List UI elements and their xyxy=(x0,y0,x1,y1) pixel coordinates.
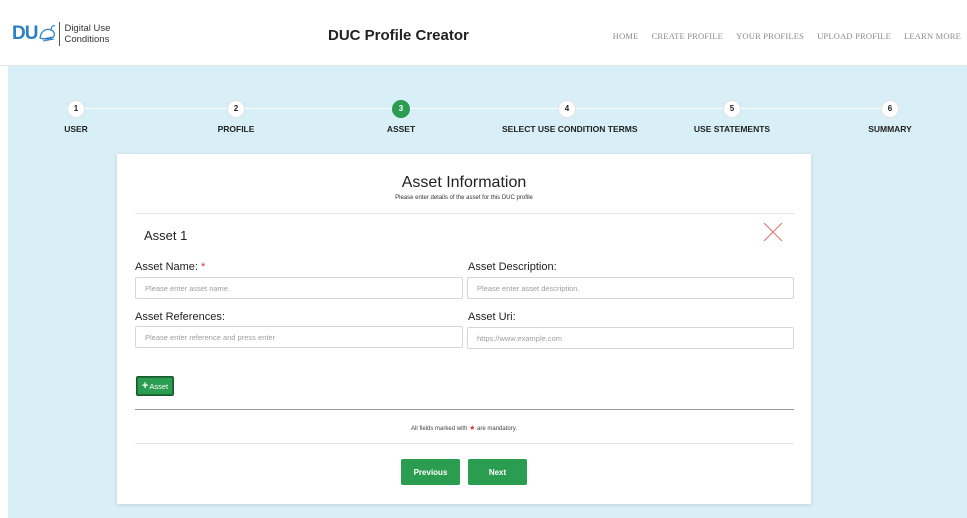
close-icon[interactable] xyxy=(762,221,784,243)
step-label: SUMMARY xyxy=(868,124,912,134)
step-asset[interactable]: 3 ASSET xyxy=(336,100,466,134)
card-title: Asset Information xyxy=(401,174,527,191)
mandatory-prefix: All fields marked with xyxy=(411,426,468,432)
divider xyxy=(135,443,794,444)
asset-form-card: Asset Information Please enter details o… xyxy=(117,154,811,504)
next-button[interactable]: Next xyxy=(468,459,527,485)
nav-upload-profile[interactable]: UPLOAD PROFILE xyxy=(817,31,891,41)
add-asset-label: Asset xyxy=(149,381,169,391)
asset-references-input[interactable] xyxy=(135,326,463,348)
nav-learn-more[interactable]: LEARN MORE xyxy=(904,31,961,41)
previous-button[interactable]: Previous xyxy=(401,459,460,485)
nav-create-profile[interactable]: CREATE PROFILE xyxy=(652,31,724,41)
step-label: PROFILE xyxy=(217,124,255,134)
step-number: 4 xyxy=(558,100,576,118)
card-subtitle: Please enter details of the asset for th… xyxy=(395,195,533,201)
step-number: 3 xyxy=(392,100,410,118)
step-label: USE STATEMENTS xyxy=(693,124,771,134)
step-summary[interactable]: 6 SUMMARY xyxy=(825,100,955,134)
asset-name-input[interactable] xyxy=(135,277,463,299)
step-label: USER xyxy=(64,124,88,134)
divider xyxy=(135,213,794,214)
asset-name-label-text: Asset Name: xyxy=(135,261,198,273)
plus-icon: + xyxy=(141,379,149,392)
required-star-icon: ★ xyxy=(469,425,476,432)
step-number: 1 xyxy=(67,100,85,118)
step-number: 6 xyxy=(881,100,899,118)
mandatory-note: All fields marked with ★ are mandatory. xyxy=(117,424,811,432)
dove-icon xyxy=(39,25,56,42)
asset-uri-input[interactable] xyxy=(467,327,794,349)
step-number: 5 xyxy=(723,100,741,118)
nav-your-profiles[interactable]: YOUR PROFILES xyxy=(736,31,804,41)
nav-home[interactable]: HOME xyxy=(613,31,639,41)
step-use-statements[interactable]: 5 USE STATEMENTS xyxy=(667,100,797,134)
step-select-use-condition-terms[interactable]: 4 SELECT USE CONDITION TERMS xyxy=(502,100,638,134)
add-asset-button[interactable]: + Asset xyxy=(136,376,174,396)
logo-text-line1: Digital Use xyxy=(64,23,111,34)
logo-text-line2: Conditions xyxy=(64,34,110,45)
logo-text: Digital Use Conditions xyxy=(64,23,110,45)
asset-heading: Asset 1 xyxy=(144,228,188,243)
step-label: SELECT USE CONDITION TERMS xyxy=(502,124,638,134)
divider xyxy=(135,409,794,410)
mandatory-suffix: are mandatory. xyxy=(477,426,517,432)
asset-description-label: Asset Description: xyxy=(468,261,557,273)
logo-mark: DU xyxy=(12,23,57,45)
asset-references-label: Asset References: xyxy=(135,311,225,323)
step-number: 2 xyxy=(227,100,245,118)
step-user[interactable]: 1 USER xyxy=(11,100,141,134)
step-label: ASSET xyxy=(386,124,416,134)
top-nav: HOME CREATE PROFILE YOUR PROFILES UPLOAD… xyxy=(613,31,961,41)
logo-divider xyxy=(59,22,61,46)
main-content: 1 USER 2 PROFILE 3 ASSET 4 SELECT USE CO… xyxy=(8,66,967,518)
asset-description-input[interactable] xyxy=(467,277,794,299)
app-title: DUC Profile Creator xyxy=(328,27,469,44)
step-profile[interactable]: 2 PROFILE xyxy=(171,100,301,134)
asset-uri-label: Asset Uri: xyxy=(468,311,516,323)
app-header: DU Digital Use Conditions DUC Profile Cr… xyxy=(0,0,967,66)
logo-du-text: DU xyxy=(12,23,38,44)
logo[interactable]: DU Digital Use Conditions xyxy=(12,22,110,46)
asset-name-label: Asset Name: * xyxy=(135,261,205,273)
progress-stepper: 1 USER 2 PROFILE 3 ASSET 4 SELECT USE CO… xyxy=(8,66,967,156)
required-marker: * xyxy=(201,261,206,273)
